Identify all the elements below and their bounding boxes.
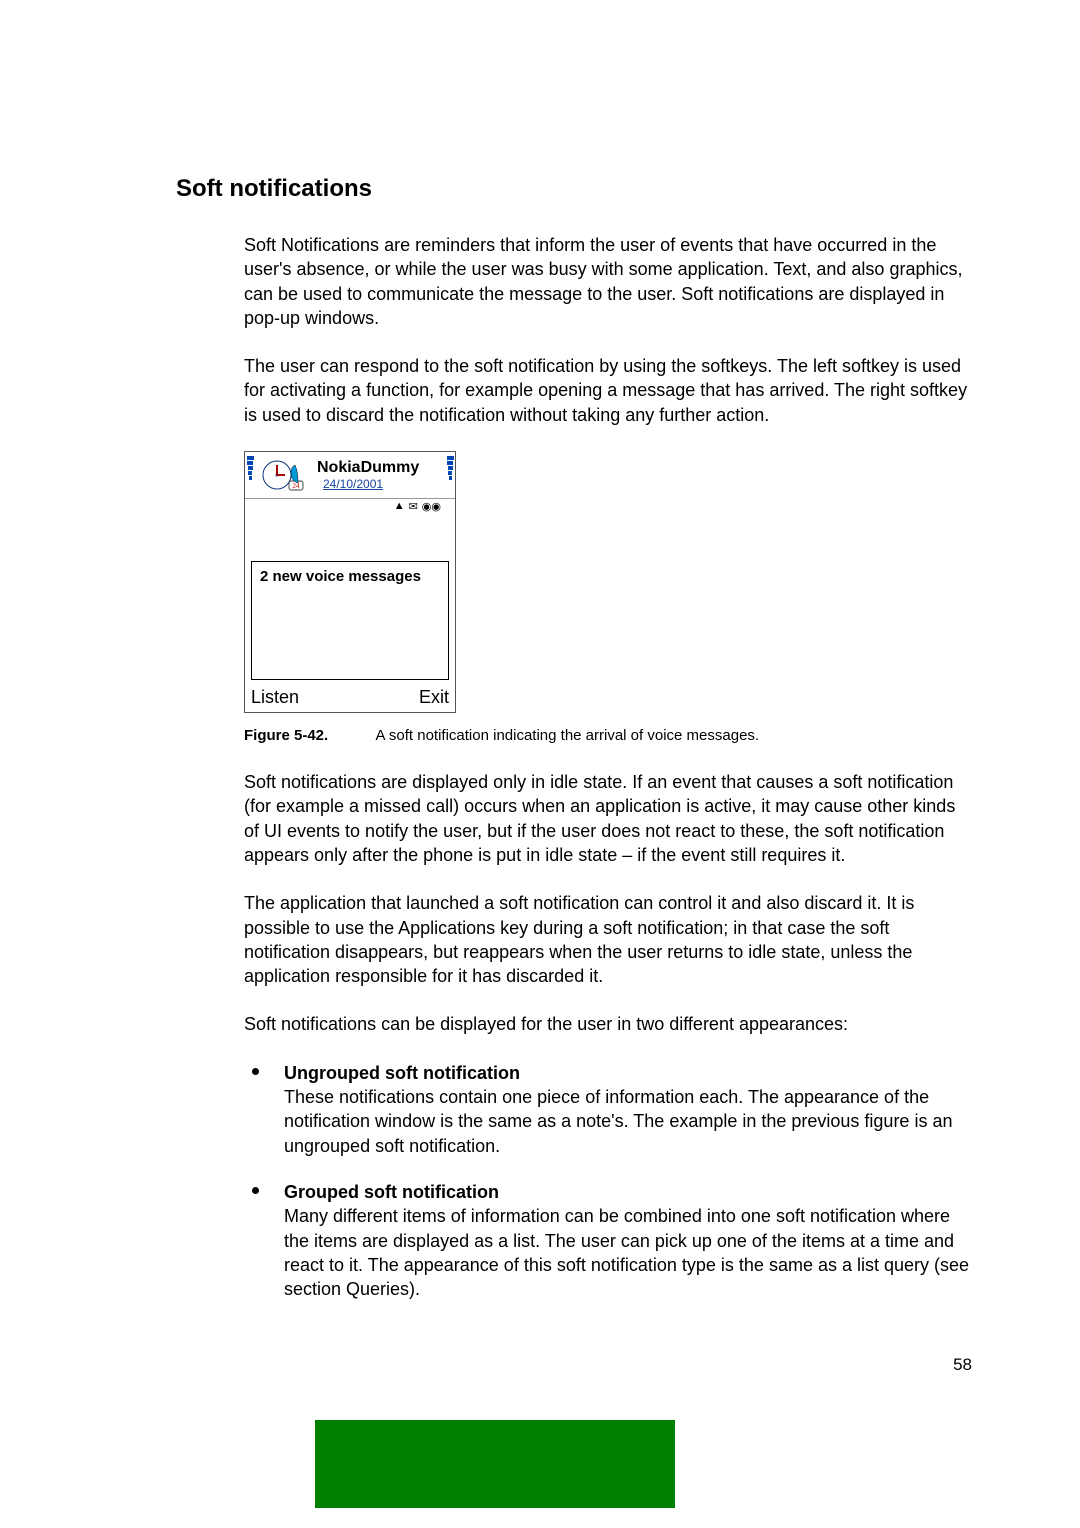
voicemail-icon: ◉◉	[422, 500, 441, 513]
soft-notification-popup: 2 new voice messages	[251, 561, 449, 680]
phone-status-bar: 24 NokiaDummy 24/10/2001	[245, 452, 455, 499]
operator-name: NokiaDummy	[317, 460, 445, 476]
envelope-icon: ✉	[409, 500, 418, 513]
bullet-icon	[252, 1187, 259, 1194]
paragraph: The application that launched a soft not…	[244, 891, 972, 988]
list-item: Ungrouped soft notification These notifi…	[244, 1061, 972, 1158]
svg-text:24: 24	[293, 482, 301, 490]
phone-indicator-row: ▲ ✉ ◉◉	[245, 499, 455, 513]
footer-green-bar	[315, 1420, 675, 1508]
paragraph: The user can respond to the soft notific…	[244, 354, 972, 427]
paragraph: Soft notifications can be displayed for …	[244, 1012, 972, 1036]
figure-caption-text: A soft notification indicating the arriv…	[376, 727, 760, 744]
body-column: Soft Notifications are reminders that in…	[244, 233, 972, 1301]
bullet-icon	[252, 1068, 259, 1075]
figure-label: Figure 5-42.	[244, 727, 328, 744]
list-item-body: Many different items of information can …	[284, 1206, 969, 1299]
list-item: Grouped soft notification Many different…	[244, 1180, 972, 1301]
phone-softkey-row: Listen Exit	[245, 682, 455, 712]
phone-date: 24/10/2001	[317, 476, 445, 490]
phone-title-area: NokiaDummy 24/10/2001	[315, 452, 445, 498]
signal-strength-icon	[245, 452, 255, 498]
upload-icon: ▲	[394, 500, 405, 512]
list-item-title: Grouped soft notification	[284, 1182, 499, 1202]
figure-caption: Figure 5-42. A soft notification indicat…	[244, 727, 972, 744]
paragraph: Soft notifications are displayed only in…	[244, 770, 972, 867]
list-item-body: These notifications contain one piece of…	[284, 1087, 952, 1156]
left-softkey[interactable]: Listen	[251, 687, 299, 708]
right-softkey[interactable]: Exit	[419, 687, 449, 708]
paragraph: Soft Notifications are reminders that in…	[244, 233, 972, 330]
list-item-title: Ungrouped soft notification	[284, 1063, 520, 1083]
section-heading: Soft notifications	[176, 175, 972, 203]
phone-screenshot: 24 NokiaDummy 24/10/2001 ▲ ✉ ◉◉ 2 new vo	[244, 451, 456, 713]
clock-icon: 24	[255, 452, 315, 498]
document-page: Soft notifications Soft Notifications ar…	[0, 0, 1080, 1528]
page-number: 58	[953, 1355, 972, 1375]
battery-icon	[445, 452, 455, 498]
phone-content-area: 2 new voice messages	[245, 513, 455, 682]
